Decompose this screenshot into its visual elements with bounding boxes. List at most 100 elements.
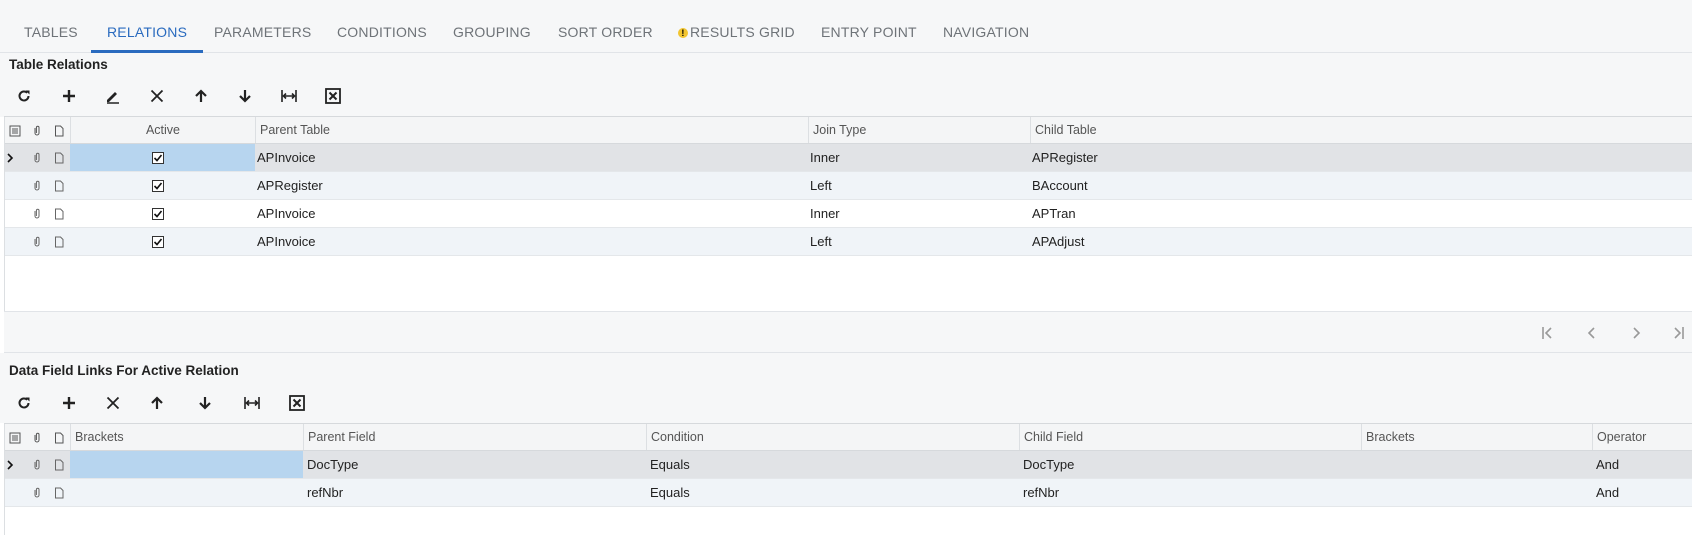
note-icon[interactable]: [48, 451, 70, 478]
column-header-brackets[interactable]: Brackets: [70, 424, 303, 450]
fit-columns-icon: [281, 90, 297, 102]
column-header-parent-table[interactable]: Parent Table: [255, 117, 808, 143]
active-checkbox[interactable]: [152, 208, 164, 220]
table-row[interactable]: APRegister Left BAccount: [4, 172, 1692, 200]
refresh-button[interactable]: [10, 391, 38, 415]
note-icon[interactable]: [48, 172, 70, 199]
attachment-icon[interactable]: [26, 200, 48, 227]
table-row[interactable]: refNbr Equals refNbr And: [4, 479, 1692, 507]
column-header-child-field[interactable]: Child Field: [1019, 424, 1361, 450]
table-row[interactable]: APInvoice Inner APTran: [4, 200, 1692, 228]
move-up-button[interactable]: [143, 391, 171, 415]
child-table-cell[interactable]: APAdjust: [1032, 228, 1085, 255]
column-header-brackets-2[interactable]: Brackets: [1361, 424, 1592, 450]
delete-row-button[interactable]: [143, 84, 171, 108]
tab-results-grid[interactable]: ! RESULTS GRID: [678, 24, 795, 53]
parent-field-cell[interactable]: DocType: [307, 451, 358, 478]
condition-cell[interactable]: Equals: [650, 479, 690, 506]
relations-grid-header: Active Parent Table Join Type Child Tabl…: [4, 117, 1692, 144]
active-checkbox[interactable]: [152, 236, 164, 248]
child-table-cell[interactable]: APRegister: [1032, 144, 1098, 171]
attachment-icon[interactable]: [26, 228, 48, 255]
data-field-links-title: Data Field Links For Active Relation: [9, 363, 239, 378]
move-down-button[interactable]: [231, 84, 259, 108]
edit-row-button[interactable]: [99, 84, 127, 108]
condition-cell[interactable]: Equals: [650, 451, 690, 478]
operator-cell[interactable]: And: [1596, 451, 1619, 478]
tab-parameters[interactable]: PARAMETERS: [214, 24, 311, 53]
brackets-cell[interactable]: [70, 451, 303, 478]
fit-columns-button[interactable]: [238, 391, 266, 415]
active-checkbox[interactable]: [152, 180, 164, 192]
table-row[interactable]: APInvoice Inner APRegister: [4, 144, 1692, 172]
move-down-button[interactable]: [191, 391, 219, 415]
parent-table-cell[interactable]: APRegister: [257, 172, 323, 199]
export-excel-button[interactable]: [319, 84, 347, 108]
export-excel-icon: [289, 395, 305, 411]
delete-row-button[interactable]: [99, 391, 127, 415]
table-relations-title: Table Relations: [9, 57, 108, 72]
refresh-button[interactable]: [10, 84, 38, 108]
parent-table-cell[interactable]: APInvoice: [257, 144, 316, 171]
links-toolbar: [0, 386, 1692, 420]
add-row-button[interactable]: [55, 391, 83, 415]
column-header-child-table[interactable]: Child Table: [1030, 117, 1692, 143]
relations-toolbar: [0, 79, 1692, 113]
table-row[interactable]: APInvoice Left APAdjust: [4, 228, 1692, 256]
note-icon[interactable]: [48, 200, 70, 227]
prev-page-button[interactable]: [1582, 324, 1602, 342]
tab-sort-order[interactable]: SORT ORDER: [558, 24, 653, 53]
edit-icon: [107, 92, 119, 104]
parent-table-cell[interactable]: APInvoice: [257, 200, 316, 227]
add-icon: [63, 90, 75, 102]
first-page-button[interactable]: [1538, 324, 1558, 342]
attachment-icon[interactable]: [26, 144, 48, 171]
tab-bar: TABLES RELATIONS PARAMETERS CONDITIONS G…: [0, 0, 1692, 53]
parent-table-cell[interactable]: APInvoice: [257, 228, 316, 255]
move-up-icon: [151, 396, 163, 409]
note-icon[interactable]: [48, 479, 70, 506]
column-header-active[interactable]: Active: [70, 117, 255, 143]
attachment-icon[interactable]: [26, 451, 48, 478]
column-header-parent-field[interactable]: Parent Field: [303, 424, 646, 450]
tab-tables[interactable]: TABLES: [24, 24, 78, 53]
last-page-button[interactable]: [1668, 324, 1688, 342]
brackets-cell[interactable]: [70, 479, 303, 506]
row-settings-icon[interactable]: [4, 117, 26, 144]
delete-icon: [150, 89, 164, 103]
relations-grid: Active Parent Table Join Type Child Tabl…: [4, 116, 1692, 311]
attachment-icon[interactable]: [26, 479, 48, 506]
column-header-join-type[interactable]: Join Type: [808, 117, 1030, 143]
child-field-cell[interactable]: refNbr: [1023, 479, 1059, 506]
add-row-button[interactable]: [55, 84, 83, 108]
join-type-cell[interactable]: Left: [810, 228, 832, 255]
note-header-icon: [48, 117, 70, 144]
join-type-cell[interactable]: Left: [810, 172, 832, 199]
move-up-button[interactable]: [187, 84, 215, 108]
table-row[interactable]: DocType Equals DocType And: [4, 451, 1692, 479]
tab-conditions[interactable]: CONDITIONS: [337, 24, 427, 53]
tab-navigation[interactable]: NAVIGATION: [943, 24, 1029, 53]
join-type-cell[interactable]: Inner: [810, 200, 840, 227]
row-settings-icon[interactable]: [4, 424, 26, 451]
operator-cell[interactable]: And: [1596, 479, 1619, 506]
child-table-cell[interactable]: APTran: [1032, 200, 1076, 227]
column-header-condition[interactable]: Condition: [646, 424, 1019, 450]
next-page-button[interactable]: [1626, 324, 1646, 342]
tab-grouping[interactable]: GROUPING: [453, 24, 531, 53]
child-field-cell[interactable]: DocType: [1023, 451, 1074, 478]
export-excel-button[interactable]: [283, 391, 311, 415]
column-header-operator[interactable]: Operator: [1592, 424, 1692, 450]
active-checkbox[interactable]: [152, 152, 164, 164]
note-icon[interactable]: [48, 144, 70, 171]
move-down-icon: [199, 397, 211, 410]
note-icon[interactable]: [48, 228, 70, 255]
parent-field-cell[interactable]: refNbr: [307, 479, 343, 506]
tab-entry-point[interactable]: ENTRY POINT: [821, 24, 917, 53]
join-type-cell[interactable]: Inner: [810, 144, 840, 171]
refresh-icon: [18, 90, 30, 102]
tab-relations[interactable]: RELATIONS: [90, 24, 204, 53]
child-table-cell[interactable]: BAccount: [1032, 172, 1088, 199]
fit-columns-button[interactable]: [275, 84, 303, 108]
attachment-icon[interactable]: [26, 172, 48, 199]
